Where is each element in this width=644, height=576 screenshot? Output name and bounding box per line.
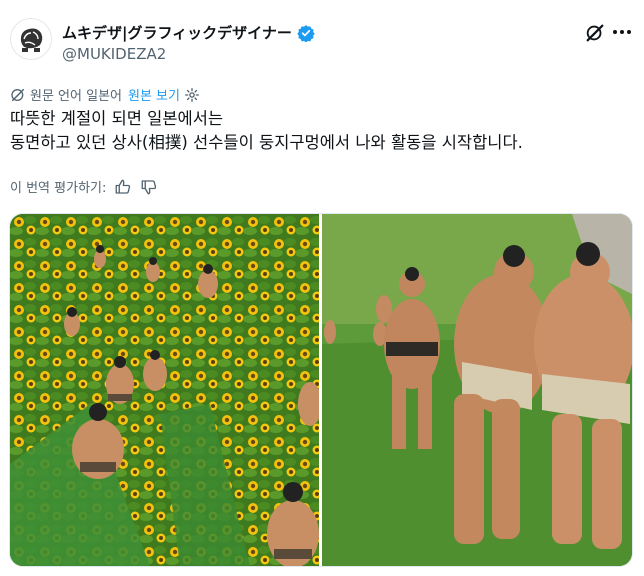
sumo-wrestlers-photo[interactable] bbox=[322, 214, 632, 566]
grok-icon[interactable] bbox=[584, 22, 606, 44]
tweet-header: ムキデザ|グラフィックデザイナー @MUKIDEZA2 bbox=[10, 14, 634, 70]
name-row: ムキデザ|グラフィックデザイナー bbox=[62, 22, 315, 43]
verified-badge-icon bbox=[297, 24, 315, 43]
tweet-line: 따뜻한 계절이 되면 일본에서는 bbox=[10, 109, 224, 128]
thumbs-up-icon[interactable] bbox=[114, 178, 132, 196]
sunflower-field-photo[interactable] bbox=[10, 214, 319, 566]
globe-icon bbox=[10, 87, 26, 103]
handle[interactable]: @MUKIDEZA2 bbox=[62, 45, 166, 63]
thumbs-down-icon[interactable] bbox=[140, 178, 158, 196]
show-original-link[interactable]: 원본 보기 bbox=[128, 85, 180, 104]
avatar[interactable] bbox=[10, 18, 52, 60]
gear-icon[interactable] bbox=[184, 87, 200, 103]
translation-info: 원문 언어 일본어 원본 보기 bbox=[10, 85, 200, 104]
tweet-media bbox=[9, 213, 633, 567]
display-name[interactable]: ムキデザ|グラフィックデザイナー bbox=[62, 22, 292, 43]
more-icon[interactable] bbox=[610, 20, 634, 44]
source-language: 원문 언어 일본어 bbox=[30, 89, 122, 104]
tweet-text: 따뜻한 계절이 되면 일본에서는 동면하고 있던 상사(相撲) 선수들이 둥지구… bbox=[10, 107, 630, 155]
rate-translation-label: 이 번역 평가하기: bbox=[10, 181, 107, 196]
rate-translation: 이 번역 평가하기: bbox=[10, 177, 158, 196]
tweet-line: 동면하고 있던 상사(相撲) 선수들이 둥지구멍에서 나와 활동을 시작합니다. bbox=[10, 133, 523, 152]
